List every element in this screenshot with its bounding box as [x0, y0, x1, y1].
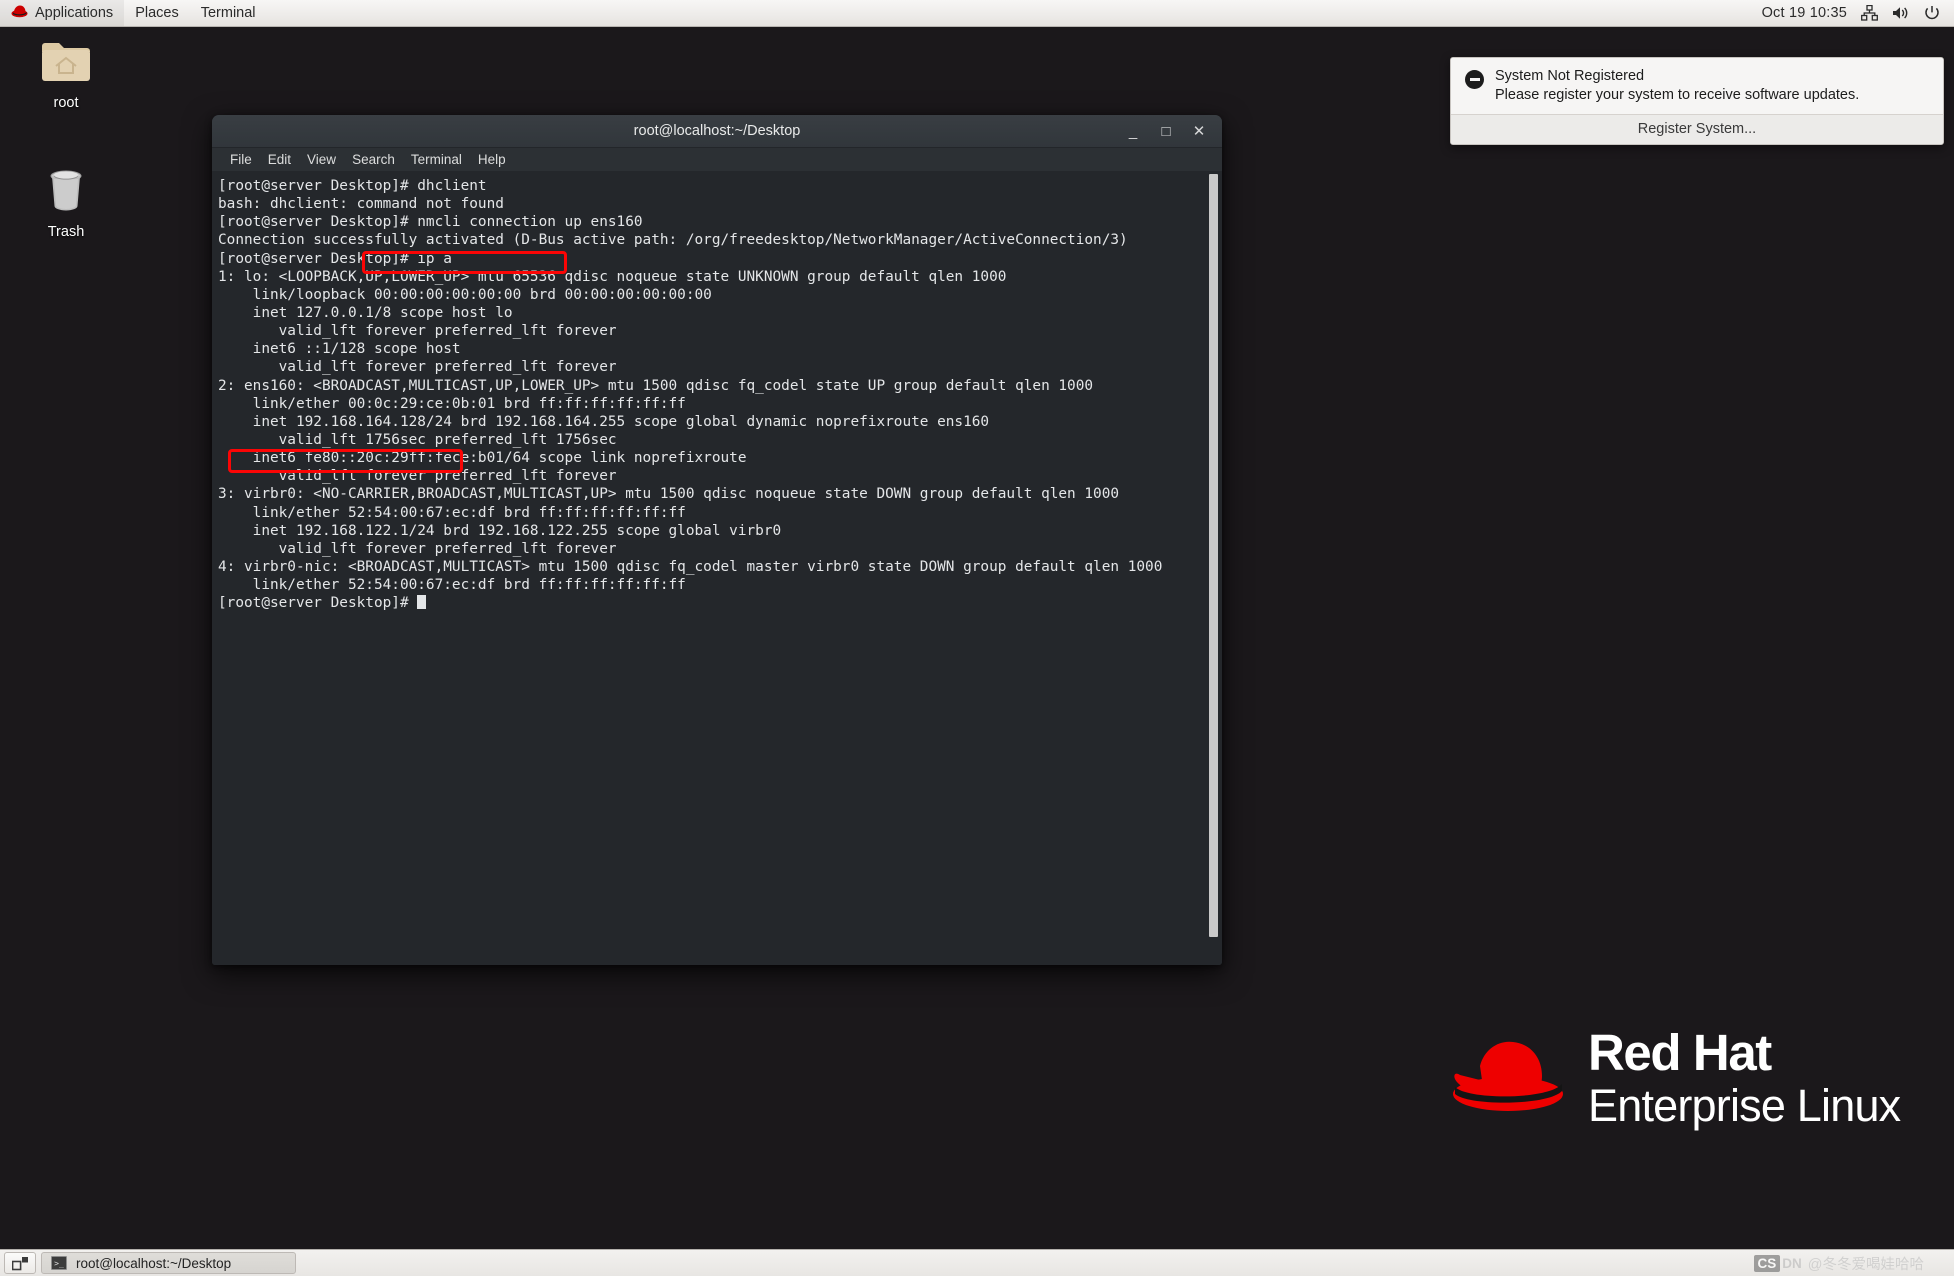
terminal-line: [root@server Desktop]# nmcli connection …: [218, 214, 643, 231]
menu-help[interactable]: Help: [470, 150, 514, 169]
volume-icon[interactable]: [1892, 5, 1910, 21]
desktop-icon-root-label: root: [53, 95, 79, 111]
terminal-line: inet6 ::1/128 scope host: [218, 341, 461, 358]
taskbar-window-button-terminal[interactable]: >_ root@localhost:~/Desktop: [41, 1252, 296, 1274]
terminal-window-title: root@localhost:~/Desktop: [633, 123, 801, 139]
watermark-handle: @冬冬爱喝娃哈哈: [1807, 1256, 1924, 1273]
home-folder-icon: [40, 39, 92, 89]
terminal-line: 4: virbr0-nic: <BROADCAST,MULTICAST> mtu…: [218, 558, 1163, 575]
redhat-icon: [11, 4, 28, 22]
terminal-line: Connection successfully activated (D-Bus…: [218, 232, 1128, 249]
rhel-brand-line1: Red Hat: [1588, 1024, 1772, 1081]
taskbar: >_ root@localhost:~/Desktop CS DN @冬冬爱喝娃…: [0, 1249, 1954, 1276]
desktop-icon-trash[interactable]: Trash: [14, 167, 118, 240]
terminal-line: 3: virbr0: <NO-CARRIER,BROADCAST,MULTICA…: [218, 486, 1120, 503]
terminal-line: link/loopback 00:00:00:00:00:00 brd 00:0…: [218, 286, 712, 303]
watermark-brand-suffix: DN: [1782, 1255, 1802, 1271]
terminal-line: 2: ens160: <BROADCAST,MULTICAST,UP,LOWER…: [218, 377, 1094, 394]
terminal-line: inet 192.168.164.128/24 brd 192.168.164.…: [218, 413, 990, 430]
terminal-line: link/ether 52:54:00:67:ec:df brd ff:ff:f…: [218, 577, 686, 594]
notification-body: System Not Registered Please register yo…: [1451, 58, 1943, 114]
menu-edit[interactable]: Edit: [260, 150, 299, 169]
notification-text: System Not Registered Please register yo…: [1495, 68, 1859, 103]
terminal-line: valid_lft forever preferred_lft forever: [218, 359, 617, 376]
top-panel: Applications Places Terminal Oct 19 10:3…: [0, 0, 1954, 27]
terminal-line: valid_lft forever preferred_lft forever: [218, 540, 617, 557]
places-menu[interactable]: Places: [124, 0, 190, 26]
watermark-brand-mark: CS: [1753, 1254, 1781, 1272]
terminal-line: valid_lft 1756sec preferred_lft 1756sec: [218, 431, 617, 448]
rhel-wordmark: Red Hat Enterprise Linux: [1588, 1024, 1901, 1131]
places-menu-label: Places: [135, 5, 179, 21]
terminal-output-area[interactable]: [root@server Desktop]# dhclient bash: dhc…: [212, 172, 1222, 965]
menu-search[interactable]: Search: [344, 150, 403, 169]
desktop-area[interactable]: root Trash root@localhost:~/Desktop _ □ …: [0, 27, 1954, 1249]
rhel-branding: Red Hat Enterprise Linux: [1450, 1024, 1901, 1131]
redhat-fedora-logo-icon: [1450, 1032, 1566, 1123]
system-tray: Oct 19 10:35: [1762, 0, 1954, 26]
terminal-window[interactable]: root@localhost:~/Desktop _ □ ✕ File Edit…: [212, 115, 1222, 965]
applications-menu-label: Applications: [35, 5, 114, 21]
applications-menu[interactable]: Applications: [0, 0, 125, 26]
maximize-button[interactable]: □: [1157, 123, 1175, 141]
terminal-cursor: [417, 595, 426, 610]
terminal-text: [root@server Desktop]# dhclient bash: dhc…: [218, 177, 1222, 612]
terminal-line: valid_lft forever preferred_lft forever: [218, 468, 617, 485]
desktop-icon-root[interactable]: root: [14, 39, 118, 111]
taskbar-window-button-label: root@localhost:~/Desktop: [76, 1255, 232, 1271]
terminal-icon: >_: [51, 1256, 67, 1270]
menu-terminal[interactable]: Terminal: [403, 150, 470, 169]
power-icon[interactable]: [1924, 5, 1940, 21]
terminal-line: link/ether 52:54:00:67:ec:df brd ff:ff:f…: [218, 504, 686, 521]
network-status-icon[interactable]: [1861, 5, 1878, 21]
menu-view[interactable]: View: [299, 150, 344, 169]
menu-file[interactable]: File: [222, 150, 260, 169]
desktop-screen: Applications Places Terminal Oct 19 10:3…: [0, 0, 1954, 1276]
terminal-titlebar[interactable]: root@localhost:~/Desktop _ □ ✕: [212, 115, 1222, 148]
terminal-line: [root@server Desktop]# dhclient: [218, 178, 487, 194]
notification-popup[interactable]: System Not Registered Please register yo…: [1450, 57, 1944, 145]
register-system-button[interactable]: Register System...: [1451, 114, 1943, 144]
minus-circle-icon: [1465, 70, 1484, 89]
terminal-line: inet 192.168.122.1/24 brd 192.168.122.25…: [218, 522, 782, 539]
trash-icon: [42, 167, 90, 218]
top-panel-menus: Applications Places Terminal: [0, 0, 267, 26]
terminal-line: inet 127.0.0.1/8 scope host lo: [218, 304, 513, 321]
workspace-switcher-icon[interactable]: [4, 1252, 36, 1274]
terminal-menubar: File Edit View Search Terminal Help: [212, 148, 1222, 172]
terminal-scrollbar-thumb[interactable]: [1209, 174, 1218, 937]
clock[interactable]: Oct 19 10:35: [1762, 5, 1847, 21]
terminal-line: [root@server Desktop]# ip a: [218, 250, 452, 267]
terminal-line: link/ether 00:0c:29:ce:0b:01 brd ff:ff:f…: [218, 395, 686, 412]
terminal-line: 1: lo: <LOOPBACK,UP,LOWER_UP> mtu 65536 …: [218, 268, 1007, 285]
window-controls: _ □ ✕: [1124, 115, 1214, 148]
terminal-app-menu-label: Terminal: [200, 5, 256, 21]
terminal-app-menu[interactable]: Terminal: [190, 0, 267, 26]
notification-message: Please register your system to receive s…: [1495, 87, 1860, 103]
rhel-brand-line2: Enterprise Linux: [1588, 1080, 1901, 1131]
desktop-icon-trash-label: Trash: [47, 224, 85, 240]
terminal-line: bash: dhclient: command not found: [218, 196, 504, 213]
minimize-button[interactable]: _: [1124, 123, 1142, 141]
notification-title: System Not Registered: [1495, 68, 1645, 84]
csdn-watermark: CS DN @冬冬爱喝娃哈哈: [1753, 1253, 1951, 1274]
terminal-line: valid_lft forever preferred_lft forever: [218, 323, 617, 340]
terminal-line: inet6 fe80::20c:29ff:fece:b01/64 scope l…: [218, 450, 747, 467]
terminal-line: [root@server Desktop]#: [218, 594, 1222, 612]
terminal-scrollbar[interactable]: [1208, 174, 1219, 963]
close-button[interactable]: ✕: [1190, 123, 1208, 141]
